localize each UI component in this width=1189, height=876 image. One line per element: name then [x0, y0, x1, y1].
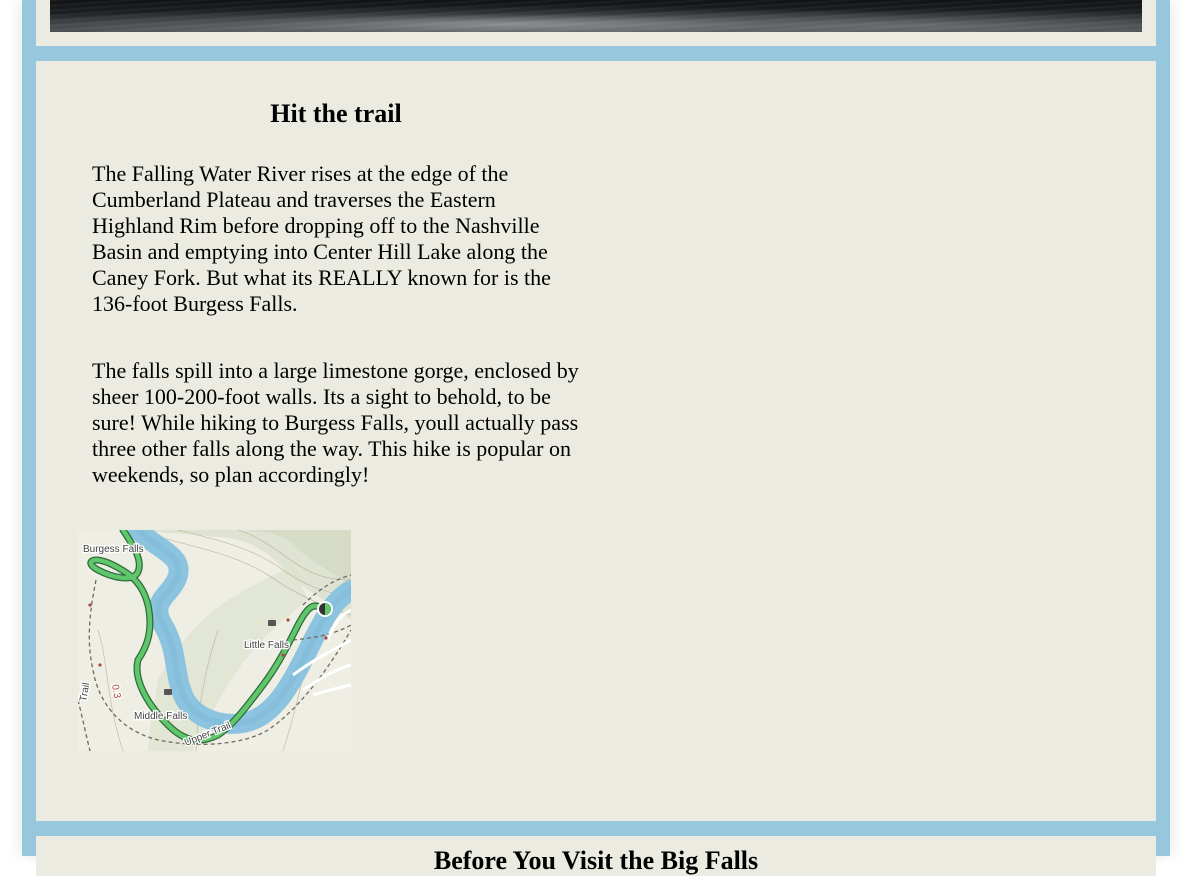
map-label-little-falls: Little Falls	[244, 640, 289, 651]
map-label-middle-falls: Middle Falls	[134, 711, 187, 722]
trail-map-graphic: Burgess Falls Little Falls Middle Falls …	[78, 530, 351, 751]
trail-map[interactable]: Burgess Falls Little Falls Middle Falls …	[78, 530, 351, 751]
trail-paragraph-1: The Falling Water River rises at the edg…	[92, 161, 551, 316]
hero-card	[36, 0, 1156, 46]
map-label-burgess-falls: Burgess Falls	[83, 544, 144, 555]
next-section-title: Before You Visit the Big Falls	[433, 846, 759, 875]
page-frame: Hit the trail The Falling Water River ri…	[22, 0, 1170, 876]
section-title: Hit the trail	[270, 99, 402, 128]
trail-paragraph-2: The falls spill into a large limestone g…	[92, 358, 579, 487]
hero-water-photo	[50, 0, 1142, 32]
next-section-card: Before You Visit the Big Falls	[36, 836, 1156, 876]
trail-section-card: Hit the trail The Falling Water River ri…	[36, 61, 1156, 821]
